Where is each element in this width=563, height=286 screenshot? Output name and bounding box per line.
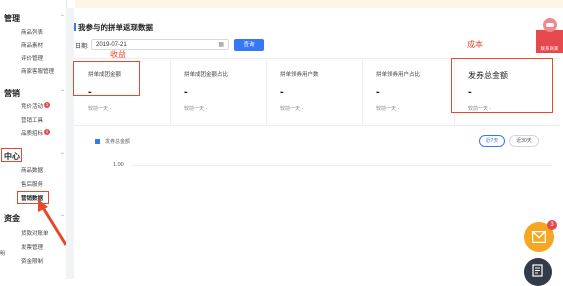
legend-swatch	[95, 139, 100, 145]
chart-legend: 发券总金额	[95, 138, 130, 145]
range-30-days-button[interactable]: 近30天	[509, 135, 539, 147]
highlight-box-income	[73, 61, 140, 96]
date-label: 日期:	[75, 44, 89, 50]
date-value: 2019-07-21	[96, 42, 127, 48]
card-value: -	[280, 86, 284, 98]
legend-label: 发券总金额	[105, 139, 131, 145]
range-7-days-button[interactable]: 近7天	[479, 135, 505, 147]
card-title: 拼单成团金额占比	[184, 72, 229, 78]
metric-card-coupon-users: 拼单领券用户数 - 较前一天 -	[266, 58, 363, 124]
card-compare: 较前一天 -	[184, 106, 208, 112]
y-tick-label: 1.00	[113, 162, 124, 168]
card-compare: 较前一天 -	[376, 106, 400, 112]
card-value: -	[376, 86, 380, 98]
document-edit-icon	[532, 264, 543, 277]
chart-area	[74, 130, 560, 279]
contact-merchant-button[interactable]: 联系商家	[536, 30, 563, 53]
card-value: -	[184, 86, 188, 98]
query-button[interactable]: 查询	[234, 39, 264, 51]
annotation-cost: 成本	[467, 40, 483, 49]
y-gridline	[132, 165, 552, 166]
mascot-icon	[543, 18, 557, 32]
mail-icon	[532, 231, 546, 243]
highlight-box-cost	[451, 58, 553, 113]
annotation-income: 收益	[110, 50, 126, 59]
calendar-icon: ▦	[218, 42, 224, 48]
metric-card-group-ratio: 拼单成团金额占比 - 较前一天 -	[170, 58, 267, 124]
card-title: 拼单领券用户数	[280, 72, 319, 78]
feedback-button[interactable]	[524, 258, 552, 286]
card-compare: 较前一天 -	[88, 106, 112, 112]
card-compare: 较前一天 -	[280, 106, 304, 112]
metric-card-coupon-user-ratio: 拼单领券用户占比 - 较前一天 -	[362, 58, 455, 124]
content-gutter	[66, 8, 74, 279]
notice-strip	[75, 0, 563, 8]
mail-badge: 3	[547, 220, 557, 230]
card-title: 拼单领券用户占比	[376, 72, 421, 78]
page-title: 我参与的拼单返现数据	[74, 23, 153, 32]
